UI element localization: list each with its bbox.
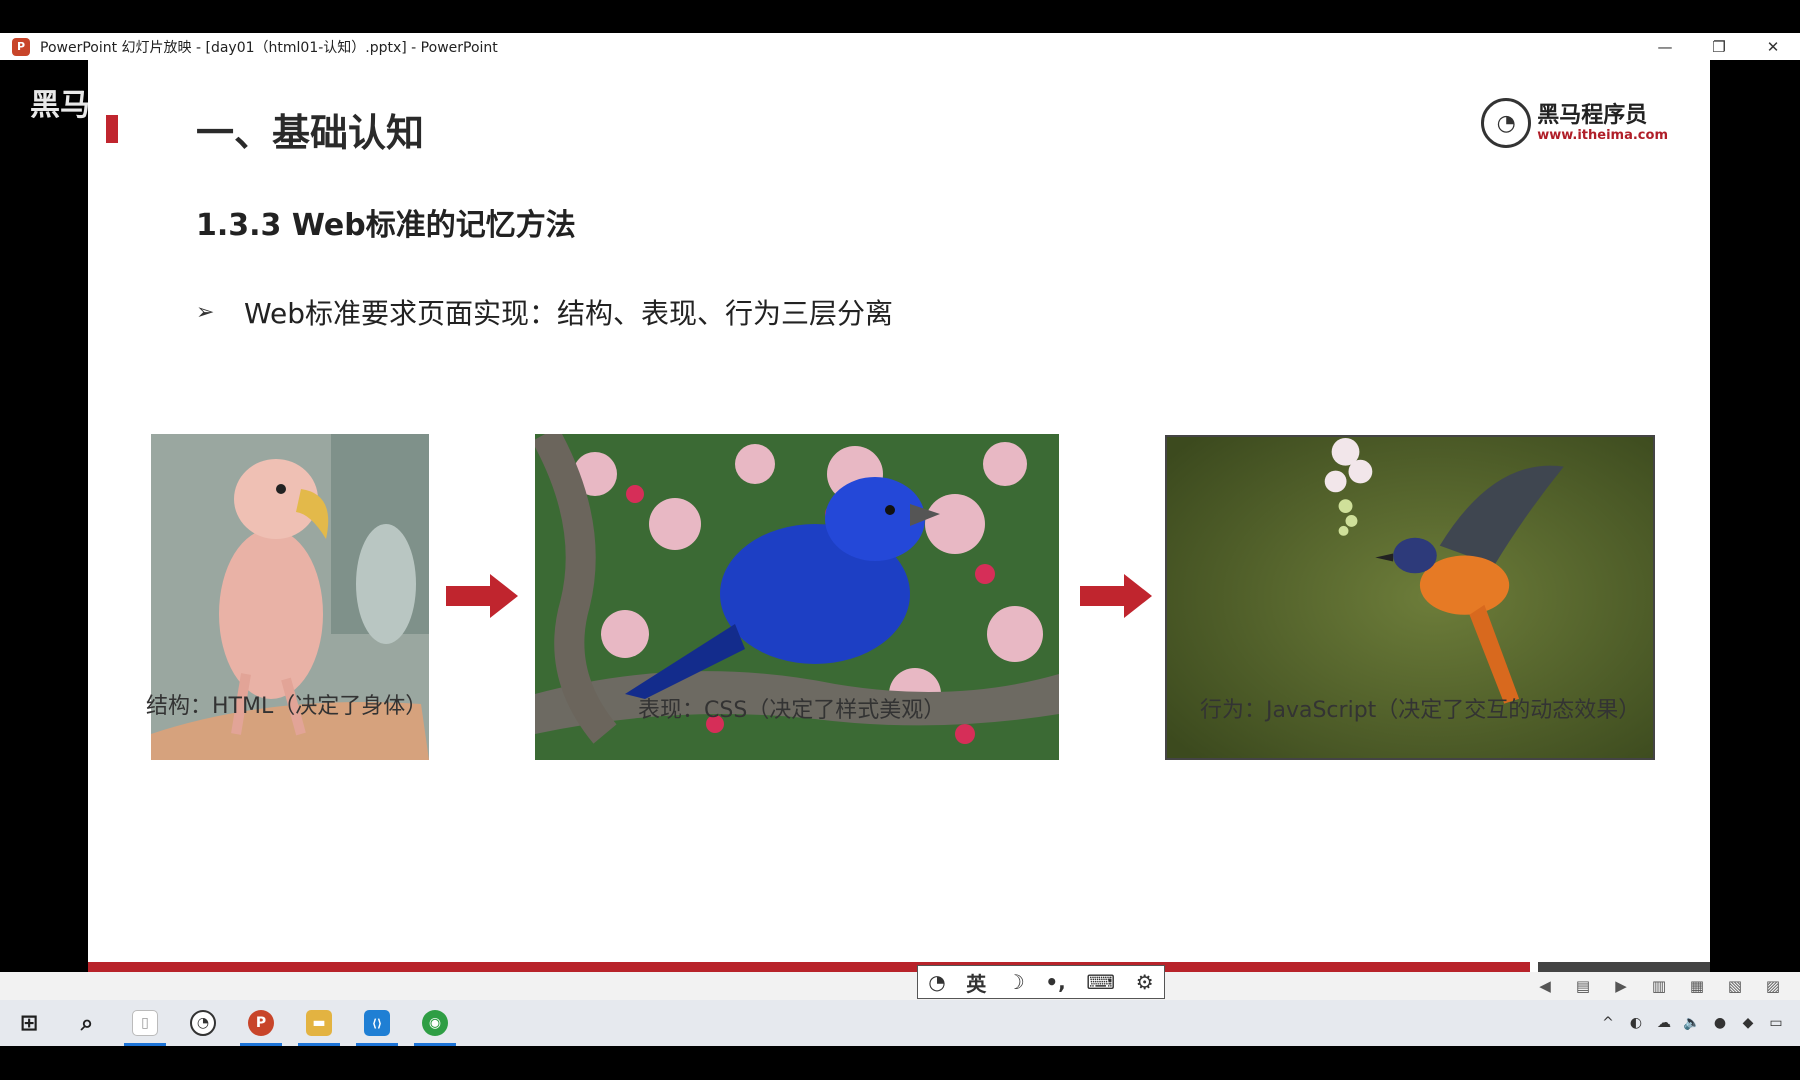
slide-footer-grey-strip <box>1538 962 1710 972</box>
flow-arrow-2 <box>1080 574 1152 618</box>
taskbar-recorder-app[interactable]: ◔ <box>174 1000 232 1046</box>
keyboard-icon[interactable]: ⌨ <box>1086 970 1115 994</box>
bullet-text: Web标准要求页面实现：结构、表现、行为三层分离 <box>244 297 894 330</box>
section-heading: 1.3.3 Web标准的记忆方法 <box>196 208 576 243</box>
tray-red-app-icon[interactable]: ● <box>1706 1015 1734 1031</box>
flow-arrow-1 <box>446 574 518 618</box>
slide-footer-red-strip <box>88 962 1530 972</box>
bullet-arrow-icon: ➢ <box>196 299 215 325</box>
taskbar-explorer-app[interactable]: ▬ <box>290 1000 348 1046</box>
close-button[interactable]: ✕ <box>1746 33 1800 60</box>
ime-punctuation-icon[interactable]: •, <box>1045 970 1065 994</box>
search-button[interactable]: ⌕ <box>58 1000 116 1046</box>
start-button[interactable]: ⊞ <box>0 1000 58 1046</box>
window-controls: — ❐ ✕ <box>1638 33 1800 60</box>
slide[interactable]: 一、基础认知 ◔ 黑马程序员 www.itheima.com 1.3.3 Web… <box>88 60 1710 972</box>
taskbar-powerpoint-app[interactable]: P <box>232 1000 290 1046</box>
slide-sorter-button[interactable]: ▦ <box>1678 977 1716 995</box>
slideshow-stage: 黑马 一、基础认知 ◔ 黑马程序员 www.itheima.com 1.3.3 … <box>0 60 1800 972</box>
onedrive-icon[interactable]: ☁ <box>1650 1015 1678 1031</box>
previous-slide-button[interactable]: ◀ <box>1526 977 1564 995</box>
tray-app-icon[interactable]: ◐ <box>1622 1015 1650 1031</box>
bullet-point: ➢ Web标准要求页面实现：结构、表现、行为三层分离 <box>196 292 893 332</box>
powerpoint-icon: P <box>248 1010 274 1036</box>
title-accent-bar <box>106 115 118 143</box>
windows-logo-icon: ⊞ <box>19 1010 39 1036</box>
logo-name: 黑马程序员 <box>1537 102 1648 128</box>
taskbar-vscode-app[interactable]: ⟨⟩ <box>348 1000 406 1046</box>
horse-logo-icon: ◔ <box>1481 98 1532 148</box>
next-slide-button[interactable]: ▶ <box>1602 977 1640 995</box>
reading-view-button[interactable]: ▧ <box>1716 977 1754 995</box>
caption-structure: 结构：HTML（决定了身体） <box>146 694 428 719</box>
system-tray: ^ ◐ ☁ 🔈 ● ◆ ▭ <box>1594 1000 1790 1046</box>
volume-icon[interactable]: 🔈 <box>1678 1015 1706 1031</box>
settings-gear-icon[interactable]: ⚙ <box>1136 970 1154 994</box>
screen-bottom-border <box>0 1046 1800 1080</box>
recorder-icon: ◔ <box>190 1010 216 1036</box>
itheima-logo: ◔ 黑马程序员 www.itheima.com <box>1481 98 1668 148</box>
powerpoint-app-icon: P <box>12 37 30 56</box>
notification-icon[interactable]: ▭ <box>1762 1015 1790 1031</box>
ime-logo-icon[interactable]: ◔ <box>928 970 945 994</box>
ime-toolbar[interactable]: ◔ 英 ☽ •, ⌨ ⚙ <box>917 965 1165 999</box>
restore-button[interactable]: ❐ <box>1692 33 1746 60</box>
slide-title: 一、基础认知 <box>196 111 425 155</box>
ime-language-toggle[interactable]: 英 <box>966 968 986 997</box>
normal-view-button[interactable]: ▥ <box>1640 977 1678 995</box>
folder-icon: ▬ <box>306 1010 332 1036</box>
slideshow-view-buttons: ◀ ▤ ▶ ▥ ▦ ▧ ▨ <box>1526 972 1792 1000</box>
vscode-icon: ⟨⟩ <box>364 1010 390 1036</box>
windows-taskbar: ⊞ ⌕ ▯ ◔ P ▬ ⟨⟩ ◉ ^ ◐ ☁ 🔈 ● ◆ ▭ <box>0 1000 1800 1046</box>
caption-behavior: 行为：JavaScript（决定了交互的动态效果） <box>1200 698 1641 723</box>
minimize-button[interactable]: — <box>1638 33 1692 60</box>
tray-expand-icon[interactable]: ^ <box>1594 1015 1622 1031</box>
file-icon: ▯ <box>132 1010 158 1036</box>
ime-halfwidth-icon[interactable]: ☽ <box>1007 970 1025 994</box>
window-title: PowerPoint 幻灯片放映 - [day01（html01-认知）.ppt… <box>40 39 498 56</box>
window-titlebar: P PowerPoint 幻灯片放映 - [day01（html01-认知）.p… <box>0 33 1800 60</box>
taskbar-file-app[interactable]: ▯ <box>116 1000 174 1046</box>
taskbar-chrome-app[interactable]: ◉ <box>406 1000 464 1046</box>
slide-menu-button[interactable]: ▤ <box>1564 977 1602 995</box>
tray-color-app-icon[interactable]: ◆ <box>1734 1015 1762 1031</box>
slideshow-view-button[interactable]: ▨ <box>1754 977 1792 995</box>
watermark: 黑马 <box>30 88 90 123</box>
caption-presentation: 表现：CSS（决定了样式美观） <box>638 698 946 723</box>
logo-url: www.itheima.com <box>1537 127 1668 143</box>
chrome-icon: ◉ <box>422 1010 448 1036</box>
search-icon: ⌕ <box>80 1010 94 1036</box>
